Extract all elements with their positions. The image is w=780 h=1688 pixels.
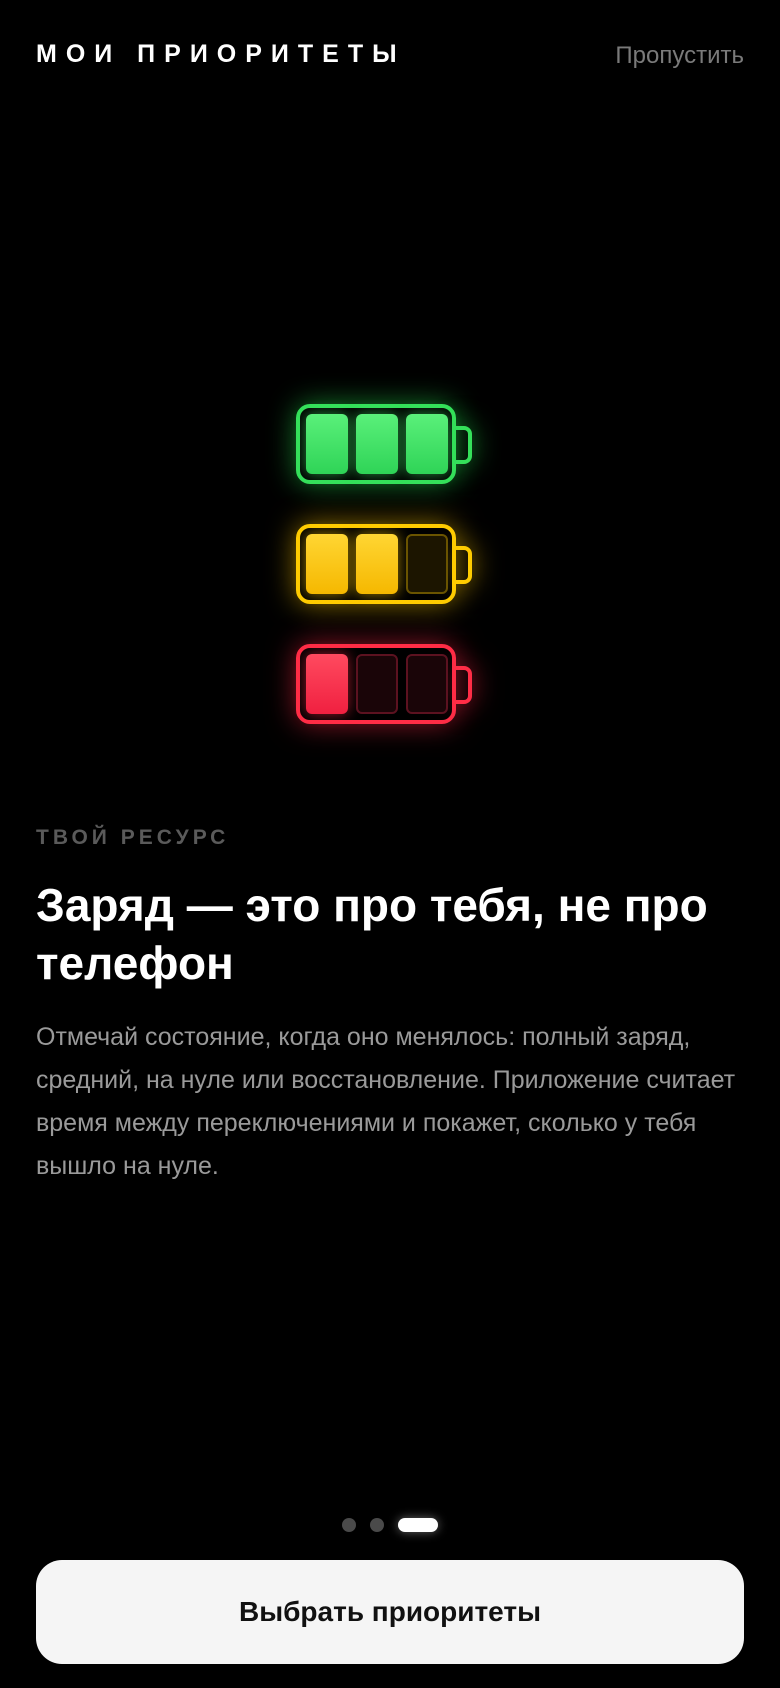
section-eyebrow: ТВОЙ РЕСУРС <box>36 826 230 849</box>
page-dot[interactable] <box>342 1518 356 1532</box>
battery-full-icon <box>296 404 472 490</box>
page-dot[interactable] <box>370 1518 384 1532</box>
skip-button[interactable]: Пропустить <box>615 42 744 70</box>
app-title: МОИ ПРИОРИТЕТЫ <box>36 40 406 68</box>
battery-illustration <box>296 404 486 764</box>
page-indicator <box>342 1518 438 1532</box>
battery-medium-icon <box>296 524 472 610</box>
onboarding-description: Отмечай состояние, когда оно менялось: п… <box>36 1023 736 1180</box>
page-dot-active[interactable] <box>398 1518 438 1532</box>
battery-low-icon <box>296 644 472 730</box>
choose-priorities-button[interactable]: Выбрать приоритеты <box>36 1560 744 1664</box>
onboarding-headline: Заряд — это про тебя, не про телефон <box>36 879 708 989</box>
